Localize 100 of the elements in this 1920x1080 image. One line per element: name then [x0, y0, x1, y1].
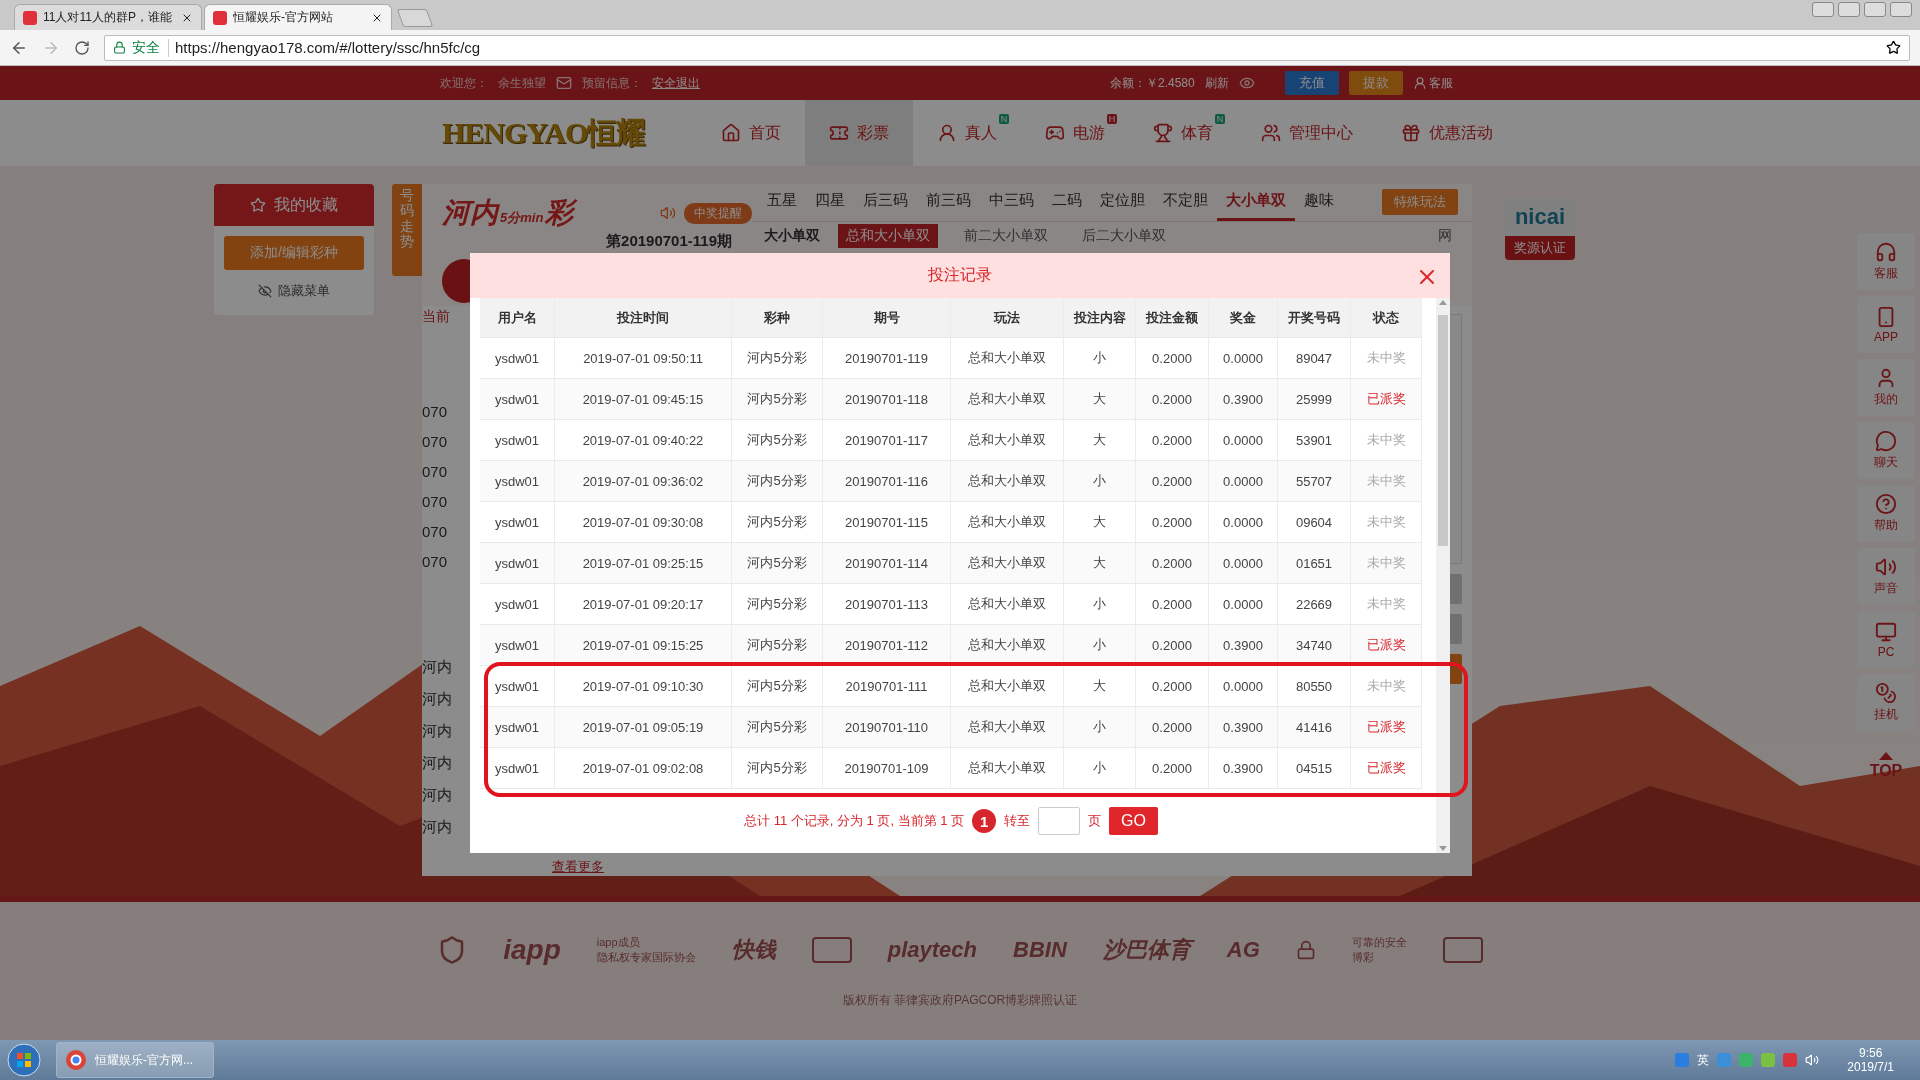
status-cell: 已派奖 [1351, 707, 1422, 747]
table-cell: 2019-07-01 09:05:19 [555, 707, 732, 747]
nav-item[interactable]: 电游 H [1021, 100, 1130, 166]
eye-icon[interactable] [1238, 75, 1255, 91]
table-cell: 河内5分彩 [732, 379, 823, 419]
withdraw-button[interactable]: 提款 [1348, 71, 1403, 95]
view-more-link[interactable]: 查看更多 [552, 858, 604, 876]
nav-item[interactable]: 管理中心 [1237, 100, 1378, 166]
minimize-button[interactable] [1838, 2, 1860, 17]
browser-icon [65, 1049, 87, 1071]
new-tab-button[interactable] [396, 9, 434, 27]
text-fragment: 网 [1438, 227, 1452, 245]
taskbar-app[interactable]: 恒耀娱乐-官方网... [56, 1042, 214, 1078]
play-tab[interactable]: 不定胆 [1154, 191, 1217, 221]
win-alert-toggle[interactable]: 中奖提醒 [684, 202, 752, 224]
nav-badge: H [1106, 114, 1118, 124]
table-cell: 53901 [1278, 420, 1351, 460]
float-menu-item[interactable]: 声音 [1857, 548, 1915, 605]
tray-app-icon[interactable] [1739, 1053, 1754, 1067]
edit-games-button[interactable]: 添加/编辑彩种 [224, 236, 364, 270]
start-button[interactable] [6, 1042, 42, 1078]
table-cell: 25999 [1278, 379, 1351, 419]
partner-logo: iapp [503, 933, 561, 966]
goto-label: 转至 [1004, 812, 1031, 830]
clock[interactable]: 9:56 2019/7/1 [1847, 1046, 1894, 1074]
nav-item[interactable]: 体育 N [1129, 100, 1238, 166]
float-menu-item[interactable]: 帮助 [1857, 485, 1915, 542]
hide-menu-link[interactable]: 隐藏菜单 [258, 282, 330, 300]
play-tab[interactable]: 中三码 [980, 191, 1043, 221]
play-tab[interactable]: 五星 [758, 191, 806, 221]
table-cell: 0.2000 [1136, 502, 1209, 542]
play-tab[interactable]: 定位胆 [1091, 191, 1154, 221]
table-cell: 河内5分彩 [732, 707, 823, 747]
browser-tab[interactable]: 恒耀娱乐-官方网站 [204, 4, 392, 30]
bookmark-star-icon[interactable] [1886, 40, 1901, 55]
table-cell: ysdw01 [480, 584, 555, 624]
sub-tab[interactable]: 总和大小单双 [838, 224, 938, 248]
scrollbar[interactable] [1436, 298, 1450, 853]
nav-icon [1153, 123, 1174, 143]
partner-logo: AG [1226, 936, 1260, 963]
table-cell: 2019-07-01 09:40:22 [555, 420, 732, 460]
name-fragment: 河内 [422, 689, 452, 709]
play-tab[interactable]: 大小单双 [1217, 191, 1295, 221]
float-menu-item[interactable]: PC [1857, 611, 1915, 668]
profile-button[interactable] [1812, 2, 1834, 17]
table-cell: 04515 [1278, 748, 1351, 788]
float-menu-item[interactable]: 客服 [1857, 233, 1915, 290]
tray-app-icon[interactable] [1761, 1053, 1776, 1067]
status-cell: 未中奖 [1351, 338, 1422, 378]
sub-tab[interactable]: 后二大小单双 [1074, 224, 1174, 248]
speaker-icon[interactable] [660, 205, 676, 221]
tray-app-icon[interactable] [1783, 1053, 1798, 1067]
page-input[interactable] [1038, 807, 1081, 835]
nav-item[interactable]: 真人 N [913, 100, 1022, 166]
reload-icon[interactable] [74, 39, 90, 56]
float-menu-item[interactable]: 我的 [1857, 359, 1915, 416]
logout-link[interactable]: 安全退出 [652, 74, 700, 92]
play-tab[interactable]: 后三码 [854, 191, 917, 221]
volume-icon[interactable] [1805, 1053, 1820, 1067]
sub-tab[interactable]: 前二大小单双 [956, 224, 1056, 248]
refresh-link[interactable]: 刷新 [1204, 74, 1229, 92]
play-tab[interactable]: 趣味 [1295, 191, 1343, 221]
table-cell: 小 [1064, 748, 1136, 788]
trend-tab[interactable]: 号码走势 [392, 184, 422, 276]
table-cell: 总和大小单双 [951, 461, 1064, 501]
table-cell: 0.3900 [1209, 379, 1278, 419]
browser-tab[interactable]: 11人对11人的群P，谁能 [14, 4, 202, 30]
table-cell: 河内5分彩 [732, 461, 823, 501]
support-link[interactable]: 客服 [1428, 74, 1453, 92]
favicon-icon [23, 10, 37, 25]
maximize-button[interactable] [1864, 2, 1886, 17]
deposit-button[interactable]: 充值 [1284, 71, 1339, 95]
nav-icon [829, 123, 850, 143]
site-logo[interactable]: HENGYAO恒耀 [442, 112, 646, 154]
play-tab[interactable]: 二码 [1043, 191, 1091, 221]
help-icon [1875, 493, 1897, 515]
ime-indicator[interactable]: 英 [1697, 1051, 1710, 1069]
play-tab[interactable]: 前三码 [917, 191, 980, 221]
table-cell: 大 [1064, 379, 1136, 419]
play-tab[interactable]: 四星 [806, 191, 854, 221]
go-button[interactable]: GO [1109, 807, 1158, 835]
status-cell: 未中奖 [1351, 543, 1422, 583]
nav-item[interactable]: 首页 [697, 100, 806, 166]
issue-fragment: 070 [422, 462, 448, 482]
table-cell: 34740 [1278, 625, 1351, 665]
mail-icon[interactable] [556, 75, 572, 91]
table-cell: 总和大小单双 [951, 543, 1064, 583]
address-field[interactable]: 安全 https://hengyao178.com/#/lottery/ssc/hn5fc/cg [104, 34, 1910, 61]
float-menu-item[interactable]: 聊天 [1857, 422, 1915, 479]
float-menu-item[interactable]: 挂机 [1857, 674, 1915, 731]
page-number[interactable]: 1 [972, 809, 997, 833]
pagination-summary: 总计 11 个记录, 分为 1 页, 当前第 1 页 [744, 812, 965, 830]
table-cell: 河内5分彩 [732, 584, 823, 624]
close-window-button[interactable] [1890, 2, 1912, 17]
table-cell: 55707 [1278, 461, 1351, 501]
special-play-button[interactable]: 特殊玩法 [1382, 189, 1458, 215]
nav-item[interactable]: 优惠活动 [1377, 100, 1518, 166]
table-cell: 总和大小单双 [951, 584, 1064, 624]
float-menu-item[interactable]: APP [1857, 296, 1915, 353]
nav-item[interactable]: 彩票 [805, 100, 914, 166]
